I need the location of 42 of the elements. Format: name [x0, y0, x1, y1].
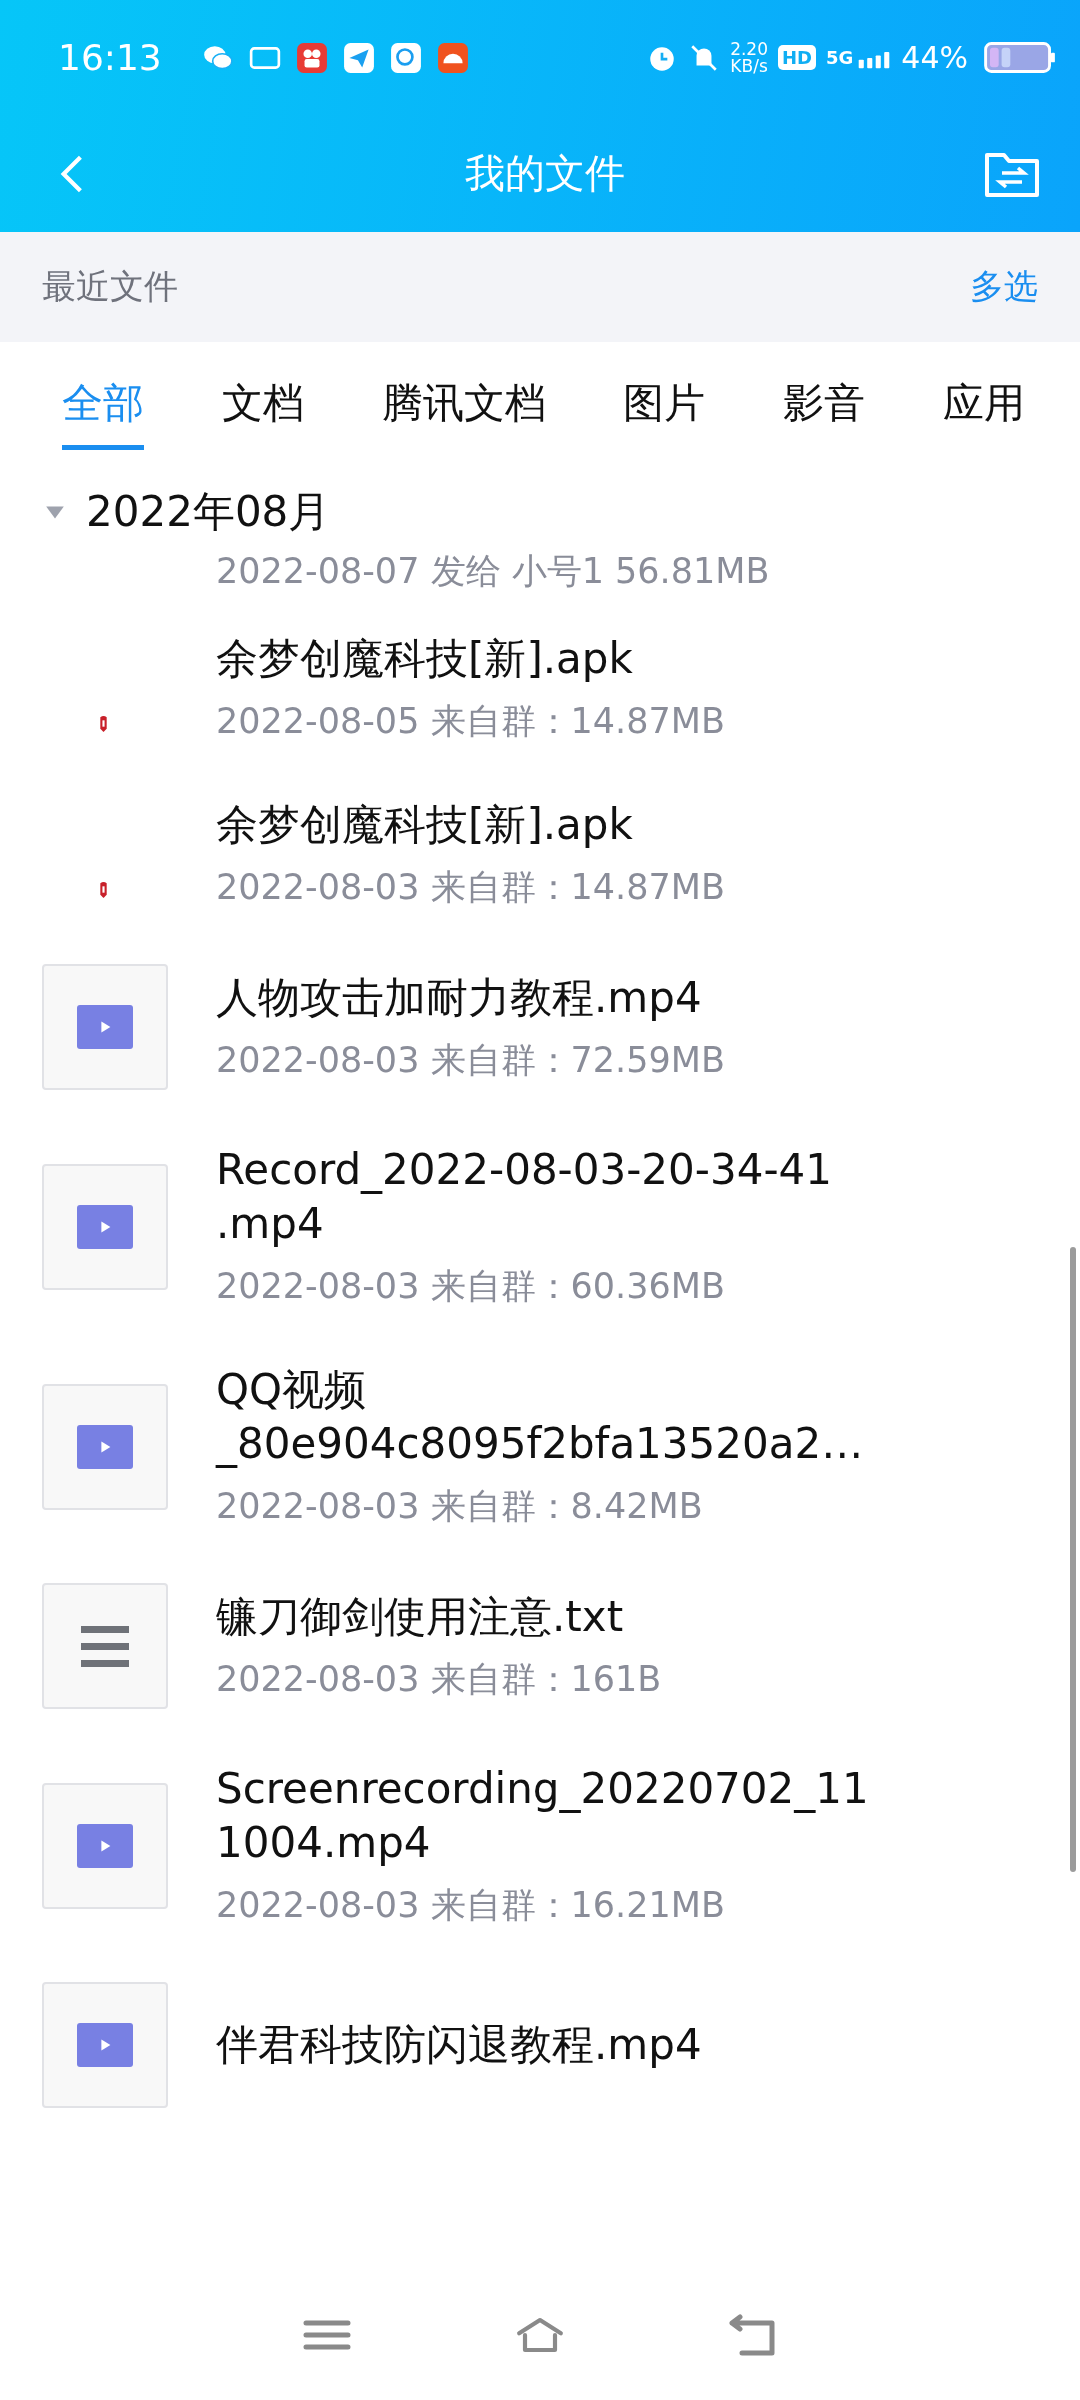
category-tab[interactable]: 应用 — [943, 362, 1025, 450]
video-file-icon — [42, 1982, 168, 2108]
month-heading: 2022年08月 — [86, 486, 331, 538]
apk-icon — [98, 881, 108, 898]
network-type: 5G — [826, 47, 854, 68]
paper-plane-icon — [342, 41, 375, 74]
file-meta: 2022-08-03 来自群：16.21MB — [216, 1884, 726, 1927]
file-name[interactable]: Screenrecording_20220702_11 1004.mp4 — [216, 1762, 1080, 1870]
file-name[interactable]: 人物攻击加耐力教程.mp4 — [216, 970, 1080, 1025]
file-meta: 2022-08-03 来自群：8.42MB — [216, 1485, 704, 1528]
app-icon — [295, 41, 328, 74]
video-file-icon — [42, 1163, 168, 1290]
battery-percent: 44% — [901, 40, 968, 75]
hd-badge: HD — [778, 45, 816, 70]
file-meta: 2022-08-05 来自群：14.87MB — [216, 700, 726, 743]
recent-files-label: 最近文件 — [42, 265, 178, 308]
video-file-icon — [42, 1782, 168, 1909]
file-name[interactable]: Record_2022-08-03-20-34-41 .mp4 — [216, 1143, 1080, 1251]
file-meta: 2022-08-03 来自群：161B — [216, 1657, 663, 1701]
file-meta: 2022-08-07 发给 小号1 56.81MB — [216, 550, 771, 593]
text-file-icon — [42, 1583, 168, 1709]
video-file-icon — [42, 964, 168, 1090]
status-time: 16:13 — [58, 37, 162, 78]
file-name[interactable]: 余梦创魔科技[新].apk — [216, 798, 1080, 852]
file-name[interactable]: 余梦创魔科技[新].apk — [216, 632, 1080, 686]
file-meta: 2022-08-03 来自群：14.87MB — [216, 866, 726, 909]
category-tab[interactable]: 影音 — [783, 362, 866, 450]
search-app-icon — [389, 41, 422, 74]
page-title: 我的文件 — [464, 149, 626, 198]
category-tab[interactable]: 图片 — [623, 362, 706, 450]
file-meta: 2022-08-03 来自群：60.36MB — [216, 1265, 726, 1308]
file-meta: 2022-08-03 来自群：72.59MB — [216, 1038, 726, 1082]
battery-icon — [984, 42, 1056, 73]
video-file-icon — [42, 1383, 168, 1510]
category-tab[interactable]: 文档 — [221, 362, 304, 450]
app-icon — [436, 41, 469, 74]
apk-icon — [98, 715, 108, 732]
category-tab[interactable]: 腾讯文档 — [381, 362, 546, 450]
file-name[interactable]: QQ视频 _80e904c8095f2bfa13520a2… — [216, 1363, 1080, 1471]
network-speed: 2.20 KB/s — [730, 40, 768, 75]
file-name[interactable]: 镰刀御剑使用注意.txt — [216, 1589, 1080, 1644]
file-name[interactable]: 伴君科技防闪退教程.mp4 — [216, 2018, 1080, 2072]
